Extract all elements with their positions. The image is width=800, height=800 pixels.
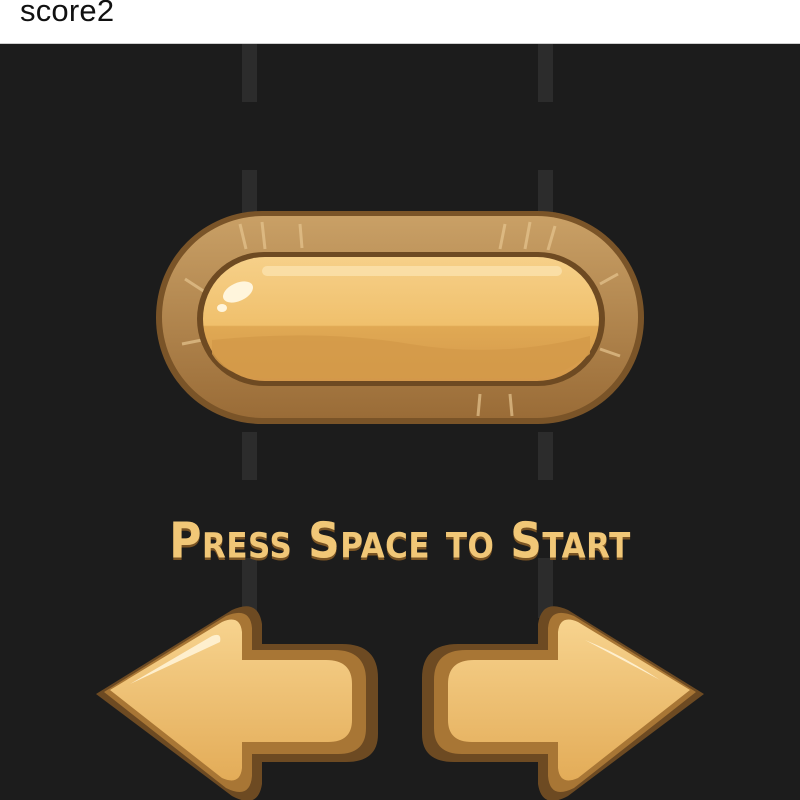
score-value: 2 <box>96 0 115 28</box>
game-canvas[interactable]: Press Space to Start <box>0 44 800 800</box>
right-arrow-icon <box>422 606 704 800</box>
score-display: score2 <box>20 0 114 29</box>
score-bar: score2 <box>0 0 800 44</box>
left-arrow-icon <box>96 606 378 800</box>
spacebar-key-icon <box>156 211 644 424</box>
game-scene <box>96 44 704 800</box>
score-label: score <box>20 0 97 28</box>
start-prompt: Press Space to Start <box>169 512 631 571</box>
